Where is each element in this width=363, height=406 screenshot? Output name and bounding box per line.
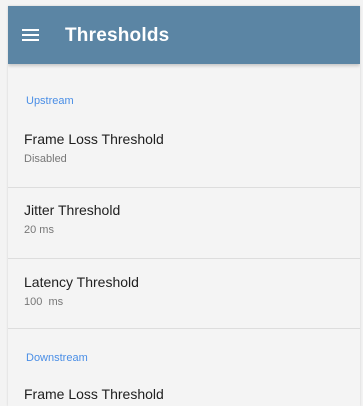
- list-item-upstream-jitter[interactable]: Jitter Threshold 20 ms: [8, 202, 360, 254]
- section-header-downstream: Downstream: [26, 352, 88, 364]
- item-value: 20 ms: [24, 224, 54, 236]
- item-title: Latency Threshold: [24, 274, 139, 290]
- item-title: Frame Loss Threshold: [24, 386, 164, 402]
- item-value: 100 ms: [24, 296, 64, 308]
- page-title: Thresholds: [65, 25, 170, 46]
- settings-screen: Thresholds Upstream Frame Loss Threshold…: [8, 6, 360, 406]
- list-item-upstream-frame-loss[interactable]: Frame Loss Threshold Disabled: [8, 131, 360, 183]
- list-item-downstream-frame-loss[interactable]: Frame Loss Threshold: [8, 386, 360, 406]
- item-title: Jitter Threshold: [24, 202, 121, 218]
- divider: [8, 328, 360, 329]
- item-title: Frame Loss Threshold: [24, 131, 164, 147]
- app-bar: Thresholds: [8, 6, 360, 64]
- divider: [8, 187, 360, 188]
- item-value: Disabled: [24, 153, 67, 165]
- hamburger-menu-icon[interactable]: [22, 29, 39, 42]
- section-header-upstream: Upstream: [26, 95, 74, 107]
- divider: [8, 258, 360, 259]
- list-item-upstream-latency[interactable]: Latency Threshold 100 ms: [8, 274, 360, 326]
- thresholds-list: Upstream Frame Loss Threshold Disabled J…: [8, 64, 360, 406]
